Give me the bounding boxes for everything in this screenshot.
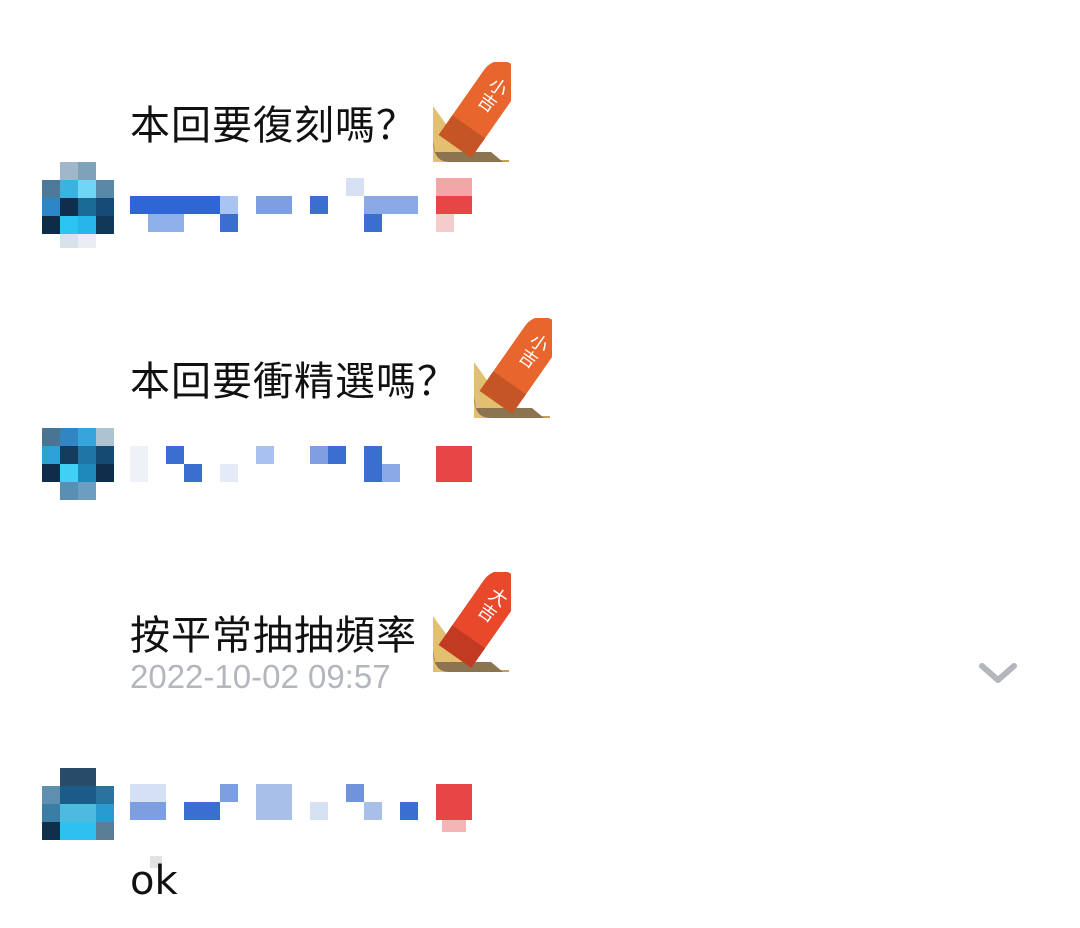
avatar[interactable] — [42, 162, 114, 248]
fortune-stick-sticker[interactable]: 大吉 — [431, 570, 521, 692]
message-text[interactable]: ok — [130, 858, 178, 904]
timestamp: 2022-10-02 09:57 — [130, 658, 391, 695]
fortune-stick-sticker[interactable]: 小吉 — [431, 60, 521, 182]
chevron-down-icon[interactable] — [978, 660, 1018, 688]
message-text: 按平常抽抽頻率 — [130, 613, 417, 659]
message-bubble[interactable]: 本回要衝精選嗎？ 小吉 — [130, 316, 562, 438]
message-text: 本回要復刻嗎？ — [130, 103, 417, 149]
message-text: 本回要衝精選嗎？ — [130, 359, 458, 405]
sender-name[interactable] — [130, 446, 472, 482]
avatar[interactable] — [42, 768, 114, 840]
sender-name[interactable] — [130, 784, 472, 836]
fortune-stick-icon: 小吉 — [433, 60, 521, 162]
fortune-stick-icon: 大吉 — [433, 570, 521, 672]
avatar[interactable] — [42, 428, 114, 500]
fortune-stick-sticker[interactable]: 小吉 — [472, 316, 562, 438]
fortune-stick-icon: 小吉 — [474, 316, 562, 418]
sender-name[interactable] — [130, 178, 472, 234]
message-bubble[interactable]: 本回要復刻嗎？ 小吉 — [130, 60, 521, 182]
